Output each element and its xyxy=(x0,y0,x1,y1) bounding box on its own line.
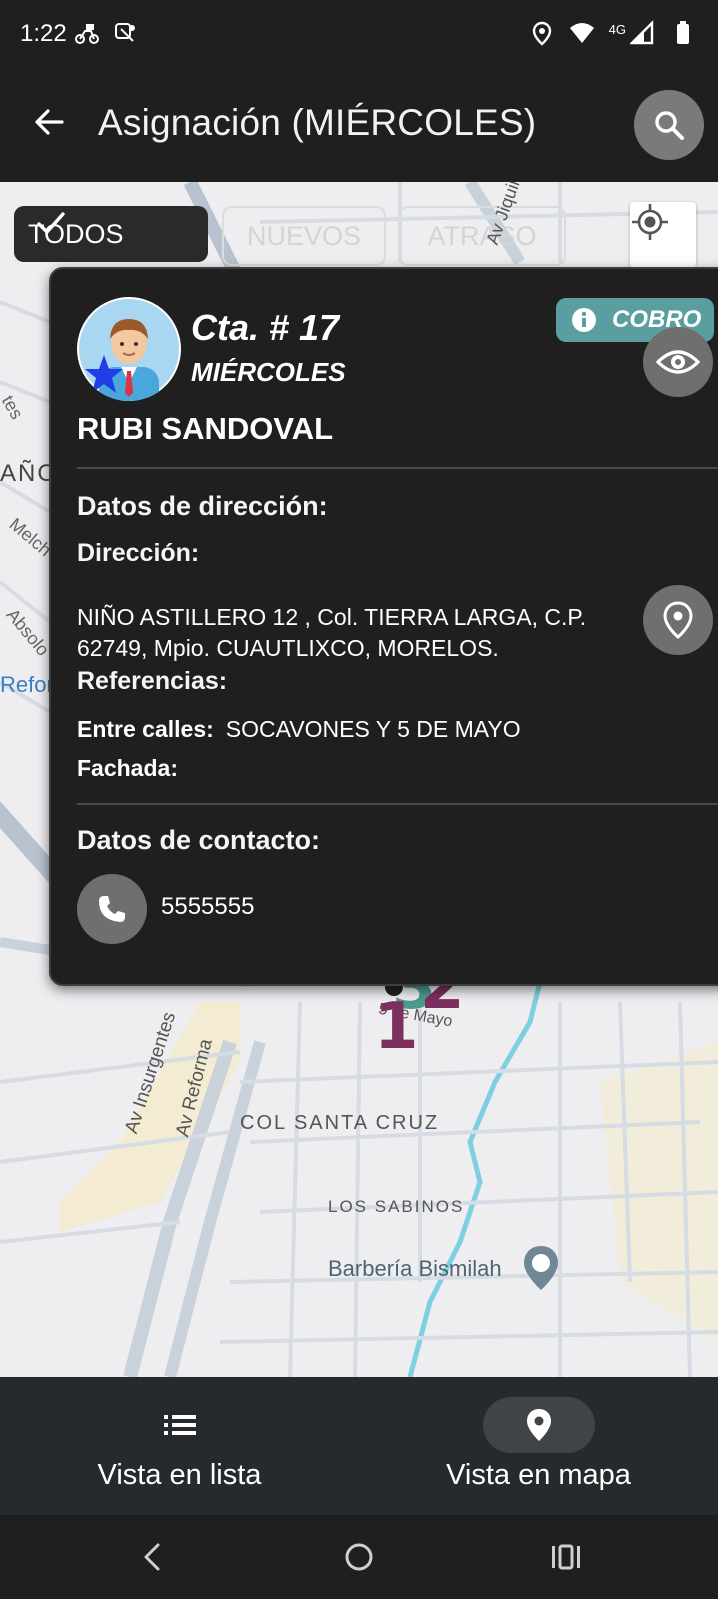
tab-list-label: Vista en lista xyxy=(97,1459,262,1491)
facade-label: Fachada: xyxy=(77,755,178,781)
signal-icon xyxy=(630,20,654,45)
tab-map-view[interactable]: Vista en mapa xyxy=(359,1377,718,1515)
app-notification-icon xyxy=(115,23,135,42)
view-details-button[interactable] xyxy=(643,327,713,397)
map-label-col-santa-cruz: COL SANTA CRUZ xyxy=(240,1112,440,1134)
map-label-los-sabinos: LOS SABINOS xyxy=(328,1197,465,1216)
nav-recents-button[interactable] xyxy=(544,1535,588,1579)
map-label-reforma-left: Refor xyxy=(0,672,54,697)
nav-home-button[interactable] xyxy=(337,1535,381,1579)
status-bar: 1:22 4G xyxy=(0,0,718,70)
tab-list-view[interactable]: Vista en lista xyxy=(0,1377,359,1515)
tab-map-icon-wrap xyxy=(482,1397,595,1453)
filter-nuevos-chip[interactable]: NUEVOS xyxy=(222,206,386,266)
eye-icon xyxy=(656,350,700,374)
poi-label-barberia[interactable]: Barbería Bismilah xyxy=(328,1256,502,1282)
filter-todos-chip[interactable]: TODOS xyxy=(14,206,208,262)
between-streets-row: Entre calles: SOCAVONES Y 5 DE MAYO xyxy=(77,716,521,743)
search-button[interactable] xyxy=(634,90,704,160)
system-nav-bar xyxy=(0,1515,718,1599)
search-icon xyxy=(655,111,684,140)
address-value: NIÑO ASTILLERO 12 , Col. TIERRA LARGA, C… xyxy=(77,604,587,661)
nav-back-button[interactable] xyxy=(130,1535,174,1579)
nav-home-icon xyxy=(345,1543,373,1571)
open-location-button[interactable] xyxy=(643,585,713,655)
list-icon xyxy=(163,1415,196,1435)
cluster-marker-1[interactable]: 1 xyxy=(374,990,419,1064)
avatar xyxy=(77,297,181,401)
status-icons-left xyxy=(74,20,138,46)
filter-nuevos-label: NUEVOS xyxy=(246,220,362,251)
contact-section-heading: Datos de contacto: xyxy=(77,825,321,855)
app-bar: Asignación (MIÉRCOLES) xyxy=(0,70,718,182)
location-pin-icon xyxy=(663,601,693,639)
checkmark-icon xyxy=(37,212,65,234)
account-day: MIÉRCOLES xyxy=(191,357,346,387)
wifi-icon xyxy=(569,23,594,43)
poi-pin-icon[interactable] xyxy=(522,1244,560,1292)
address-section-heading: Datos de dirección: xyxy=(77,491,328,521)
crosshair-icon xyxy=(632,204,668,240)
client-name: RUBI SANDOVAL xyxy=(77,411,334,446)
delivery-bike-icon xyxy=(75,24,99,44)
location-icon xyxy=(532,21,551,46)
phone-number[interactable]: 5555555 xyxy=(161,893,254,921)
nav-recents-icon xyxy=(552,1544,580,1570)
my-location-button[interactable] xyxy=(630,202,696,268)
network-type: 4G xyxy=(608,21,626,37)
star-icon xyxy=(85,355,123,393)
address-label: Dirección: xyxy=(77,539,200,567)
tab-map-label: Vista en mapa xyxy=(446,1459,631,1491)
facade-row: Fachada: xyxy=(77,755,190,782)
client-info-card: Cta. # 17 MIÉRCOLES COBRO RUBI SANDOVAL … xyxy=(49,267,718,986)
tab-list-icon-wrap xyxy=(124,1397,236,1453)
call-button[interactable] xyxy=(77,874,147,944)
status-time: 1:22 xyxy=(20,20,67,47)
nav-back-icon xyxy=(144,1543,160,1571)
battery-icon xyxy=(677,21,689,44)
references-label: Referencias: xyxy=(77,667,228,695)
filter-atraso-label: ATRASO xyxy=(427,220,537,251)
filter-atraso-chip[interactable]: ATRASO xyxy=(398,206,566,266)
bottom-navigation: Vista en lista Vista en mapa xyxy=(0,1377,718,1515)
between-streets-value: SOCAVONES Y 5 DE MAYO xyxy=(225,716,521,742)
page-title: Asignación (MIÉRCOLES) xyxy=(98,102,537,143)
phone-icon xyxy=(99,896,125,922)
back-arrow-icon[interactable] xyxy=(30,102,70,142)
status-icons-right: 4G xyxy=(529,20,696,46)
divider xyxy=(77,467,718,469)
account-number: Cta. # 17 xyxy=(191,307,340,348)
map-pin-icon xyxy=(526,1409,551,1441)
info-icon xyxy=(572,308,596,332)
divider xyxy=(77,803,718,805)
between-streets-label: Entre calles: xyxy=(77,716,214,742)
